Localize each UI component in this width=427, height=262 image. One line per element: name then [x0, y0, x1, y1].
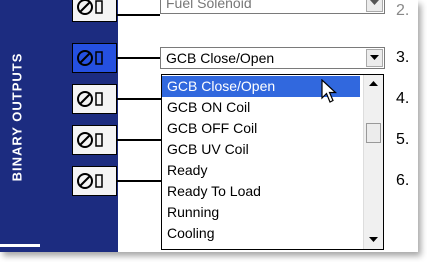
panel-title: BINARY OUTPUTS — [9, 52, 25, 182]
chevron-down-icon — [370, 55, 379, 60]
row-number-3: 3. — [396, 49, 410, 66]
relay-output-3[interactable] — [72, 43, 117, 73]
scroll-up-button[interactable] — [364, 75, 383, 93]
dropdown-option[interactable]: GCB UV Coil — [162, 139, 360, 160]
wire-output-6 — [117, 180, 161, 182]
relay-output-2[interactable] — [72, 0, 117, 22]
output-3-function-select[interactable]: GCB Close/Open — [160, 47, 385, 69]
chevron-down-icon — [369, 237, 378, 242]
row-number-2: 2. — [396, 2, 410, 19]
binary-outputs-window: BINARY OUTPUTS Fuel Solenoid 2. GCB Clos… — [0, 0, 418, 252]
dropdown-option[interactable]: Ready To Load — [162, 181, 360, 202]
scroll-down-button[interactable] — [364, 231, 383, 249]
dropdown-option[interactable]: Cooling — [162, 223, 360, 244]
output-2-function-value: Fuel Solenoid — [166, 0, 252, 11]
relay-contact-icon — [77, 173, 103, 189]
output-3-dropdown-button[interactable] — [366, 49, 383, 67]
mouse-pointer-icon — [321, 79, 338, 103]
output-2-dropdown-button[interactable] — [366, 0, 383, 12]
wire-output-3 — [117, 57, 160, 59]
output-3-function-value: GCB Close/Open — [166, 50, 275, 66]
relay-contact-icon — [77, 50, 103, 66]
wire-output-5 — [117, 139, 161, 141]
dropdown-option[interactable]: GCB OFF Coil — [162, 118, 360, 139]
relay-contact-icon — [77, 132, 103, 148]
chevron-up-icon — [369, 81, 378, 86]
function-dropdown-list[interactable]: GCB Close/Open GCB ON Coil GCB OFF Coil … — [161, 74, 384, 250]
scrollbar-thumb[interactable] — [366, 123, 381, 143]
dropdown-option[interactable]: Running — [162, 202, 360, 223]
chevron-down-icon — [370, 0, 379, 5]
relay-contact-icon — [77, 91, 103, 107]
row-number-4: 4. — [396, 90, 410, 107]
relay-output-6[interactable] — [72, 166, 117, 196]
panel-divider — [0, 244, 40, 247]
dropdown-scrollbar[interactable] — [363, 75, 383, 249]
relay-output-4[interactable] — [72, 84, 117, 114]
wire-output-2 — [117, 14, 160, 16]
relay-contact-icon — [77, 0, 103, 15]
relay-output-5[interactable] — [72, 125, 117, 155]
output-2-function-select[interactable]: Fuel Solenoid — [160, 0, 385, 14]
dropdown-option[interactable]: Ready — [162, 160, 360, 181]
row-number-5: 5. — [396, 131, 410, 148]
row-number-6: 6. — [396, 172, 410, 189]
wire-output-4 — [117, 98, 161, 100]
